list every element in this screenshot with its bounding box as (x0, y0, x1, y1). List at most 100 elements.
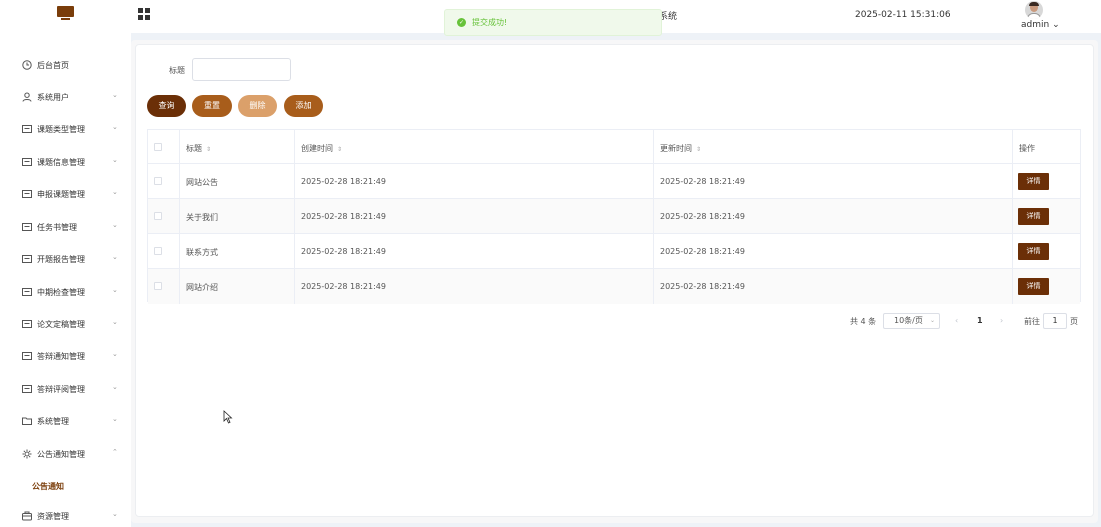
sidebar-item-label: 答辩通知管理 (37, 352, 85, 361)
user-name: admin (1021, 20, 1050, 30)
mouse-cursor-icon (223, 410, 233, 424)
page-suffix-label: 页 (1070, 317, 1078, 326)
pagination-total: 共 4 条 (850, 317, 877, 326)
chevron-down-icon: ⌄ (112, 221, 118, 229)
sidebar-item-apply-topic[interactable]: 申报课题管理 ⌄ (0, 178, 131, 210)
folder-icon (22, 385, 32, 393)
folder-icon (22, 255, 32, 263)
sidebar-item-label: 论文定稿管理 (37, 320, 85, 329)
detail-button[interactable]: 详情 (1018, 243, 1049, 260)
monitor-logo-icon (57, 6, 74, 21)
prev-page-button[interactable]: ‹ (955, 316, 958, 332)
chevron-down-icon: ⌄ (112, 123, 118, 131)
folder-icon (22, 190, 32, 198)
chevron-down-icon: ⌄ (112, 383, 118, 391)
cell-title: 网站介绍 (186, 283, 218, 292)
query-button[interactable]: 查询 (147, 95, 186, 117)
sidebar-item-home[interactable]: 后台首页 (0, 49, 131, 81)
row-checkbox[interactable] (154, 282, 162, 290)
sidebar-item-label: 课题信息管理 (37, 158, 85, 167)
chevron-down-icon: ⌄ (112, 188, 118, 196)
folder-icon (22, 320, 32, 328)
sidebar-item-topic-type[interactable]: 课题类型管理 ⌄ (0, 113, 131, 145)
chevron-down-icon: ⌄ (112, 318, 118, 326)
sidebar-item-label: 课题类型管理 (37, 125, 85, 134)
sidebar-item-system-users[interactable]: 系统用户 ⌄ (0, 81, 131, 113)
table-header-row: 标题 ⇕ 创建时间 ⇕ 更新时间 ⇕ 操作 (148, 130, 1080, 164)
column-header-title[interactable]: 标题 ⇕ (186, 143, 211, 154)
select-all-checkbox[interactable] (154, 143, 162, 151)
sidebar-item-notice-management[interactable]: 公告通知管理 ⌃ (0, 438, 131, 470)
detail-button[interactable]: 详情 (1018, 173, 1049, 190)
box-icon (22, 511, 32, 521)
title-filter-input[interactable] (192, 58, 291, 81)
sidebar-item-task-book[interactable]: 任务书管理 ⌄ (0, 211, 131, 243)
chevron-down-icon: ⌄ (112, 286, 118, 294)
title-filter-label: 标题 (169, 66, 185, 75)
sidebar-item-label: 后台首页 (37, 61, 69, 70)
chevron-down-icon: ⌄ (1052, 20, 1060, 30)
chevron-down-icon: ⌄ (112, 350, 118, 358)
chevron-down-icon: ⌄ (112, 415, 118, 423)
sidebar-item-label: 资源管理 (37, 512, 69, 521)
column-header-created[interactable]: 创建时间 ⇕ (301, 143, 342, 154)
grid-menu-icon[interactable] (138, 8, 150, 20)
page-size-select[interactable]: 10条/页 ⌄ (883, 313, 940, 329)
cell-created: 2025-02-28 18:21:49 (301, 212, 386, 221)
avatar[interactable] (1025, 1, 1043, 19)
chevron-down-icon: ⌄ (112, 253, 118, 261)
sidebar-item-topic-info[interactable]: 课题信息管理 ⌄ (0, 146, 131, 178)
cell-updated: 2025-02-28 18:21:49 (660, 212, 745, 221)
sort-icon[interactable]: ⇕ (696, 146, 701, 153)
row-checkbox[interactable] (154, 212, 162, 220)
goto-page-input[interactable]: 1 (1043, 313, 1067, 329)
sort-icon[interactable]: ⇕ (206, 146, 211, 153)
delete-button[interactable]: 删除 (238, 95, 277, 117)
sort-icon[interactable]: ⇕ (337, 146, 342, 153)
next-page-button[interactable]: › (1000, 316, 1003, 332)
notice-table: 标题 ⇕ 创建时间 ⇕ 更新时间 ⇕ 操作 网站公告 2025-02-28 18:21… (147, 129, 1081, 304)
table-row: 网站介绍 2025-02-28 18:21:49 2025-02-28 18:2… (148, 269, 1080, 304)
sidebar-item-resource-management[interactable]: 资源管理 ⌄ (0, 500, 131, 527)
cell-updated: 2025-02-28 18:21:49 (660, 177, 745, 186)
table-row: 网站公告 2025-02-28 18:21:49 2025-02-28 18:2… (148, 164, 1080, 199)
cell-created: 2025-02-28 18:21:49 (301, 177, 386, 186)
sidebar-subitem-notice[interactable]: 公告通知 (8, 470, 131, 496)
folder-icon (22, 417, 32, 425)
sidebar-item-label: 答辩评阅管理 (37, 385, 85, 394)
page-size-value: 10条/页 (894, 316, 923, 325)
folder-icon (22, 288, 32, 296)
sidebar-item-midterm-check[interactable]: 中期检查管理 ⌄ (0, 276, 131, 308)
page-number-current[interactable]: 1 (977, 316, 983, 332)
goto-label: 前往 (1024, 317, 1040, 326)
folder-icon (22, 352, 32, 360)
sidebar-item-thesis-final[interactable]: 论文定稿管理 ⌄ (0, 308, 131, 340)
detail-button[interactable]: 详情 (1018, 208, 1049, 225)
reset-button[interactable]: 重置 (192, 95, 232, 117)
row-checkbox[interactable] (154, 177, 162, 185)
sidebar-item-defense-notice[interactable]: 答辩通知管理 ⌄ (0, 340, 131, 372)
sidebar-item-label: 任务书管理 (37, 223, 77, 232)
cell-title: 关于我们 (186, 213, 218, 222)
row-checkbox[interactable] (154, 247, 162, 255)
chevron-down-icon: ⌄ (929, 317, 935, 324)
table-row: 关于我们 2025-02-28 18:21:49 2025-02-28 18:2… (148, 199, 1080, 234)
sidebar-item-opening-report[interactable]: 开题报告管理 ⌄ (0, 243, 131, 275)
folder-icon (22, 223, 32, 231)
detail-button[interactable]: 详情 (1018, 278, 1049, 295)
folder-icon (22, 158, 32, 166)
success-toast: ✓ 提交成功! (444, 9, 662, 36)
add-button[interactable]: 添加 (284, 95, 323, 117)
header-datetime: 2025-02-11 15:31:06 (855, 10, 951, 20)
sidebar-item-label: 中期检查管理 (37, 288, 85, 297)
column-header-actions: 操作 (1019, 144, 1035, 153)
user-menu[interactable]: admin ⌄ (1021, 20, 1060, 30)
sidebar-item-label: 系统用户 (37, 93, 69, 102)
column-header-updated[interactable]: 更新时间 ⇕ (660, 143, 701, 154)
chevron-up-icon: ⌃ (112, 448, 118, 456)
table-row: 联系方式 2025-02-28 18:21:49 2025-02-28 18:2… (148, 234, 1080, 269)
sidebar-item-system-management[interactable]: 系统管理 ⌄ (0, 405, 131, 437)
toast-message: 提交成功! (472, 18, 508, 27)
chevron-down-icon: ⌄ (112, 91, 118, 99)
sidebar-item-defense-review[interactable]: 答辩评阅管理 ⌄ (0, 373, 131, 405)
